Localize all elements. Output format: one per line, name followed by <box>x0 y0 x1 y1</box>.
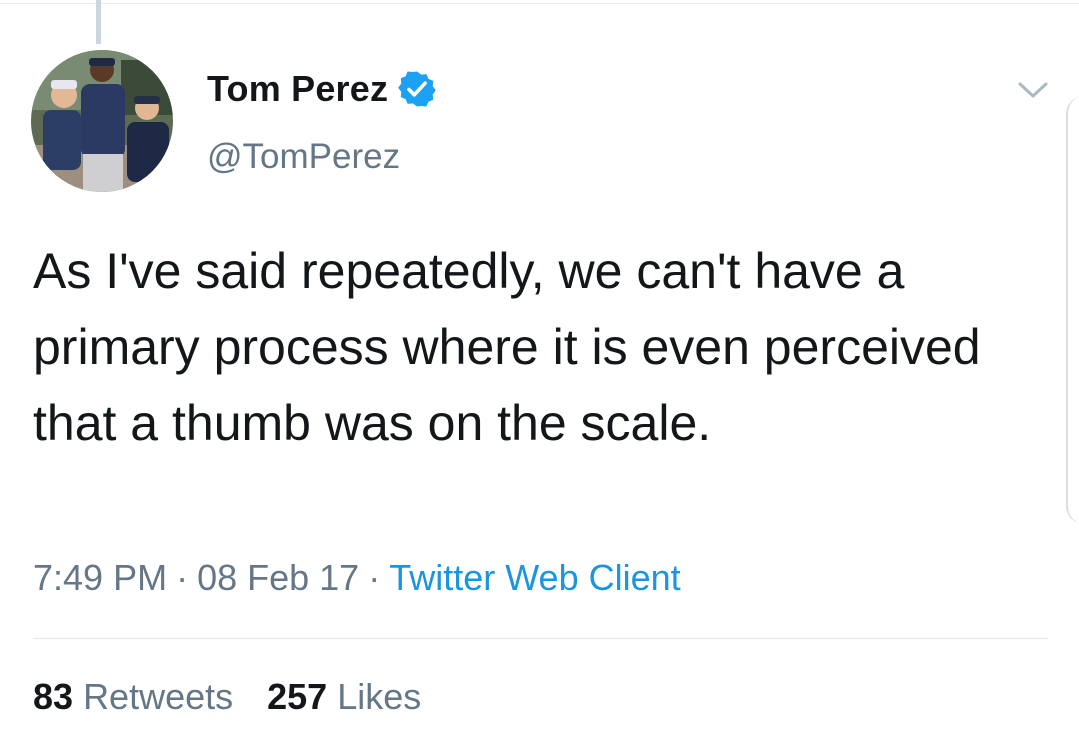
display-name[interactable]: Tom Perez <box>207 68 436 110</box>
stats-divider <box>33 638 1048 639</box>
retweets-stat[interactable]: 83 Retweets <box>33 676 233 717</box>
chevron-down-icon[interactable] <box>1017 80 1049 100</box>
likes-count: 257 <box>267 676 328 717</box>
thread-connector-line <box>96 0 101 44</box>
tweet-date[interactable]: 08 Feb 17 <box>197 557 359 598</box>
tweet-client-link[interactable]: Twitter Web Client <box>389 557 680 598</box>
top-divider <box>0 3 1079 4</box>
tweet-time[interactable]: 7:49 PM <box>33 557 167 598</box>
tweet-meta: 7:49 PM · 08 Feb 17 · Twitter Web Client <box>33 557 681 599</box>
retweets-count: 83 <box>33 676 74 717</box>
meta-separator: · <box>176 557 189 598</box>
retweets-label: Retweets <box>83 676 234 717</box>
avatar[interactable] <box>31 50 173 192</box>
tweet-stats: 83 Retweets 257 Likes <box>33 676 421 718</box>
likes-stat[interactable]: 257 Likes <box>267 676 421 717</box>
likes-label: Likes <box>337 676 422 717</box>
user-handle[interactable]: @TomPerez <box>207 137 400 177</box>
display-name-text[interactable]: Tom Perez <box>207 68 388 110</box>
profile-photo-icon <box>31 50 173 192</box>
tweet-page: Tom Perez @TomPerez As I've said repeate… <box>0 0 1079 755</box>
verified-badge-icon <box>398 70 436 108</box>
tweet-text: As I've said repeatedly, we can't have a… <box>33 243 981 451</box>
meta-separator: · <box>368 557 381 598</box>
side-panel-edge <box>1066 96 1079 524</box>
